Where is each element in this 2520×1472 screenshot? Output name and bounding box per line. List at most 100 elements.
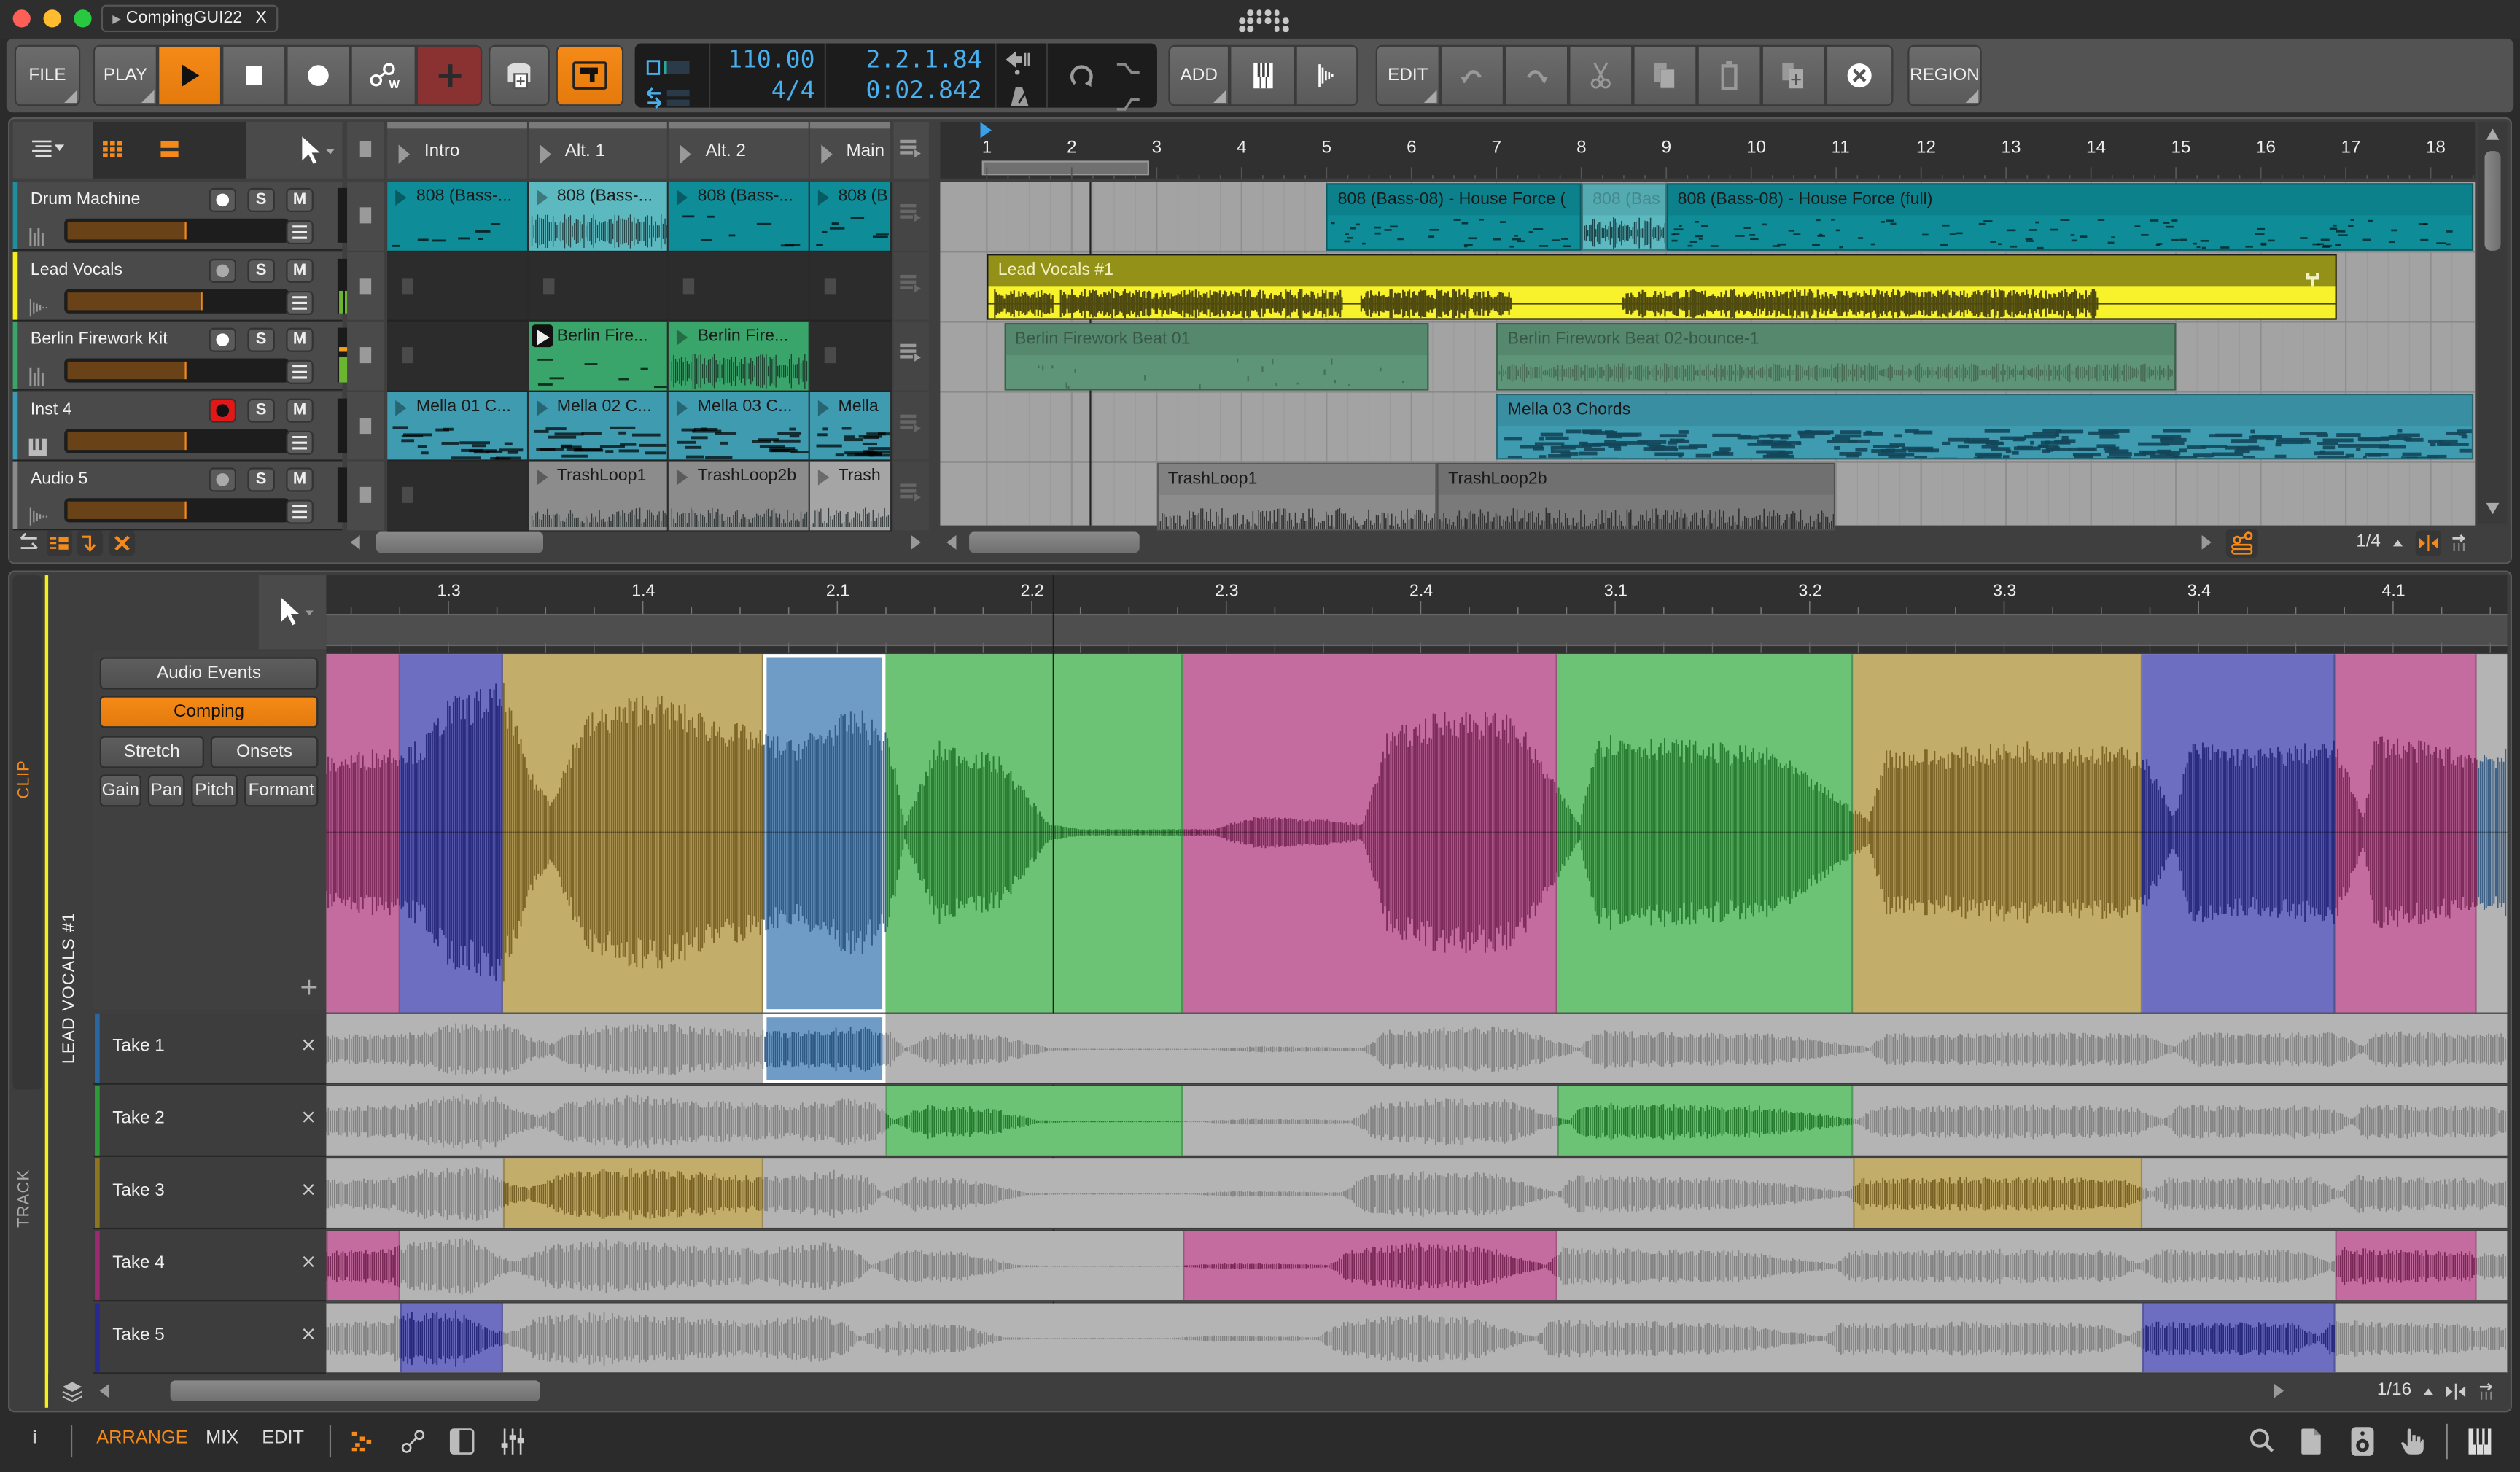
track-stop-button[interactable] [359,277,372,294]
grid-mode-button[interactable] [556,44,624,106]
launcher-clip[interactable]: 808 (B [809,182,892,252]
solo-button[interactable]: S [247,468,275,493]
scene-options[interactable] [893,122,929,179]
arranger-grid-value[interactable]: 1/4 [2356,532,2381,551]
mute-button[interactable]: M [286,468,314,493]
launcher-clip[interactable]: 808 (Bass-... [668,182,809,252]
clip-play-icon[interactable] [676,330,688,346]
solo-button[interactable]: S [247,257,275,283]
stretch-button[interactable]: Stretch [99,736,204,768]
scene-launch-icon[interactable] [539,144,551,164]
track-header[interactable]: Drum Machine S M [12,182,351,251]
arranger-clip[interactable]: 808 (Bass-08) - House Force (full) [1666,183,2473,250]
launcher-clip[interactable]: 808 (Bass-... [387,182,529,252]
file-menu-button[interactable]: FILE [14,44,81,106]
arranger-clip[interactable]: Mella 03 Chords [1496,393,2473,461]
record-arm-button[interactable] [209,468,237,493]
stop-all-button[interactable] [359,141,372,158]
scene-launch-icon[interactable] [398,144,411,164]
editor-hscroll-thumb[interactable] [170,1380,540,1401]
launcher-slot[interactable] [387,322,529,392]
mute-button[interactable]: M [286,187,314,212]
piano-keyboard-icon[interactable] [2468,1428,2492,1455]
launcher-clip[interactable]: Berlin Fire... [528,322,669,392]
copy-button[interactable] [1633,44,1698,106]
clip-side-tab[interactable] [12,575,42,1090]
empty-slot-stop-button[interactable] [402,277,413,294]
arranger-clip[interactable]: TrashLoop1 [1156,463,1437,531]
clear-toggle[interactable] [109,530,136,556]
track-menu-button[interactable] [286,430,314,455]
take-lane[interactable] [326,1086,2508,1157]
take-header[interactable]: Take 1 × [93,1013,327,1085]
track-launch-cell[interactable] [893,392,929,461]
launcher-clip[interactable]: Mella 02 C... [528,392,669,462]
take-lane[interactable] [326,1303,2508,1374]
launcher-clip[interactable]: Mella 01 C... [387,392,529,462]
arranger-vscroll[interactable] [2478,122,2508,524]
volume-fader[interactable] [64,429,289,453]
clip-play-icon[interactable] [676,400,688,416]
clip-play-icon[interactable] [536,400,548,416]
launcher-hscroll-thumb[interactable] [376,531,543,553]
follow-toggle[interactable] [77,530,104,556]
hand-icon[interactable] [2400,1428,2424,1455]
timeline-hscroll-thumb[interactable] [969,531,1140,553]
add-audio-button[interactable] [1295,44,1358,106]
fade-out-icon[interactable] [1116,87,1140,117]
scene-header[interactable]: Alt. 1 [528,122,667,179]
zoom-window-button[interactable] [74,9,92,28]
track-side-label[interactable]: TRACK [16,1169,34,1228]
clip-play-icon[interactable] [536,190,548,206]
track-header[interactable]: Audio 5 SM [12,462,351,531]
punch-icon[interactable] [1006,50,1032,80]
clip-play-icon[interactable] [536,470,548,486]
grid-view-icon[interactable] [103,141,122,157]
empty-slot-stop-button[interactable] [823,347,836,364]
scene-header[interactable]: Main [809,122,891,179]
fade-in-icon[interactable] [1116,52,1140,82]
link-toggle[interactable] [2225,529,2258,558]
grid-up-icon[interactable] [2392,540,2403,547]
mix-view-tab[interactable]: MIX [206,1428,238,1447]
remove-take-button[interactable]: × [300,1033,316,1056]
record-arm-button[interactable] [209,187,237,212]
edit-view-tab[interactable]: EDIT [262,1428,304,1447]
sample-library-button[interactable] [489,44,550,106]
add-take-button[interactable]: + [299,972,319,1001]
record-arm-button[interactable] [209,328,237,353]
scene-header[interactable]: Alt. 2 [668,122,808,179]
layers-icon[interactable] [62,1382,82,1403]
comp-lane[interactable] [326,654,2508,1013]
arrange-view-tab[interactable]: ARRANGE [96,1428,187,1447]
stop-button[interactable] [222,44,287,106]
add-track-button[interactable] [416,44,483,106]
editor-snap-icon[interactable] [2446,1383,2466,1400]
clip-play-icon[interactable] [676,190,688,206]
minimize-window-button[interactable] [43,9,61,28]
clip-play-icon[interactable] [676,470,688,486]
mixer-icon[interactable] [499,1428,525,1455]
scroll-left-icon[interactable] [350,534,360,550]
solo-button[interactable]: S [247,187,275,212]
mute-button[interactable]: M [286,257,314,283]
launcher-slot[interactable] [809,252,892,322]
launcher-clip[interactable]: TrashLoop1 [528,462,669,532]
editor-grid-value[interactable]: 1/16 [2377,1380,2411,1399]
arranger-clip[interactable]: 808 (Bas [1581,183,1667,250]
formant-button[interactable]: Formant [244,774,319,807]
playhead-marker-icon[interactable] [980,122,994,140]
take-lane[interactable] [326,1013,2508,1085]
track-header[interactable]: Inst 4 SM [12,392,351,462]
track-menu-button[interactable] [286,500,314,525]
launcher-clip[interactable]: TrashLoop2b [668,462,809,532]
launcher-slot[interactable] [528,252,669,322]
editor-scroll-right-icon[interactable] [2274,1383,2284,1398]
position-beats-display[interactable]: 2.2.1.84 [831,45,981,74]
region-menu-button[interactable]: REGION [1908,44,1982,106]
adaptive-grid-icon[interactable] [2451,534,2467,552]
playing-clip-icon[interactable] [531,324,553,348]
pointer-tool-button[interactable] [246,122,343,179]
track-launch-cell[interactable] [893,252,929,321]
remove-take-button[interactable]: × [300,1105,316,1128]
